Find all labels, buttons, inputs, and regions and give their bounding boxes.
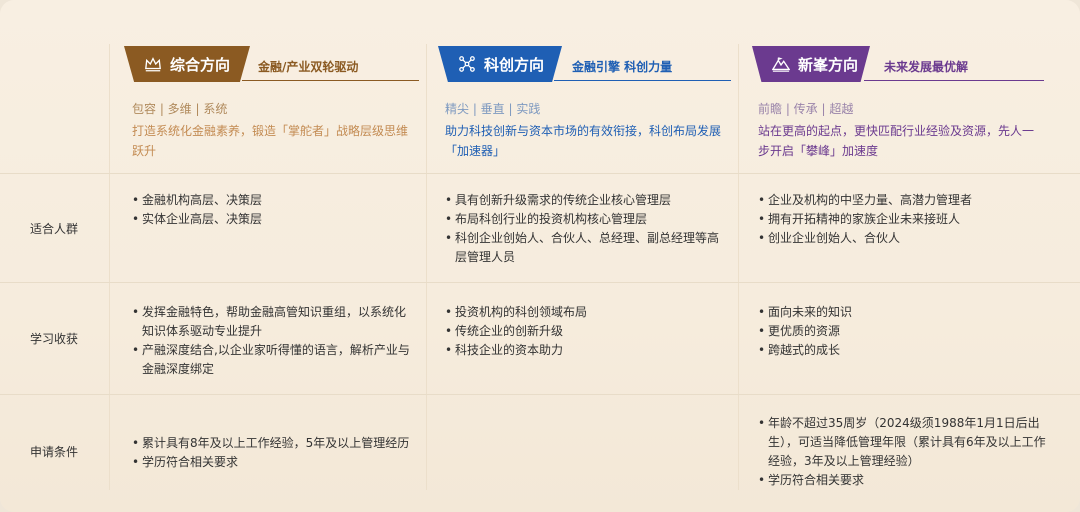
list-item: 学历符合相关要求 [758,471,1050,490]
program-comparison-panel: 综合方向 金融/产业双轮驱动 科创方向 金融引擎 科创力量 新峯方向 未来发展最… [0,0,1080,512]
header-underline [864,80,1044,81]
list-item: 拥有开拓精神的家族企业未来接班人 [758,210,1048,229]
direction-title: 新峯方向 [798,55,859,74]
column-header-comprehensive: 综合方向 金融/产业双轮驱动 [124,46,419,82]
column-divider [738,44,739,490]
header-underline [242,80,419,81]
list-item: 实体企业高层、决策层 [132,210,417,229]
row-divider [0,394,1080,395]
list-item: 年龄不超过35周岁（2024级须1988年1月1日后出生），可适当降低管理年限（… [758,414,1050,471]
column-divider [426,44,427,490]
list-item: 布局科创行业的投资机构核心管理层 [445,210,725,229]
direction-badge: 综合方向 [124,46,250,82]
table-cell: 投资机构的科创领域布局传统企业的创新升级科技企业的资本助力 [445,303,725,360]
direction-slogan: 未来发展最优解 [884,60,969,74]
column-header-tech: 科创方向 金融引擎 科创力量 [438,46,731,82]
table-cell: 面向未来的知识更优质的资源跨越式的成长 [758,303,1048,360]
table-cell: 金融机构高层、决策层实体企业高层、决策层 [132,191,417,229]
row-label-outcomes: 学习收获 [29,332,78,346]
direction-description: 助力科技创新与资本市场的有效衔接，科创布局发展「加速器」 [445,124,722,158]
crown-icon [144,55,162,73]
list-item: 投资机构的科创领域布局 [445,303,725,322]
list-item: 面向未来的知识 [758,303,1048,322]
row-label-audience: 适合人群 [29,221,78,236]
table-cell: 发挥金融特色，帮助金融高管知识重组，以系统化知识体系驱动专业提升产融深度结合,以… [132,303,417,379]
row-divider [0,173,1080,174]
direction-tags: 前瞻 | 传承 | 超越 [758,102,854,116]
row-label-requirements: 申请条件 [29,444,78,459]
table-cell: 企业及机构的中坚力量、高潜力管理者拥有开拓精神的家族企业未来接班人创业企业创始人… [758,191,1048,248]
direction-description: 打造系统化金融素养，锻造「掌舵者」战略层级思维跃升 [132,124,409,158]
list-item: 累计具有8年及以上工作经验，5年及以上管理经历 [132,434,432,453]
row-divider [0,282,1080,283]
list-item: 更优质的资源 [758,322,1048,341]
direction-slogan: 金融引擎 科创力量 [572,60,673,74]
direction-tags: 包容 | 多维 | 系统 [132,102,228,116]
direction-slogan: 金融/产业双轮驱动 [258,60,359,74]
list-item: 具有创新升级需求的传统企业核心管理层 [445,191,725,210]
list-item: 创业企业创始人、合伙人 [758,229,1048,248]
list-item: 学历符合相关要求 [132,453,432,472]
column-header-new-peak: 新峯方向 未来发展最优解 [752,46,1044,82]
table-cell: 累计具有8年及以上工作经验，5年及以上管理经历学历符合相关要求 [132,434,432,472]
table-cell: 具有创新升级需求的传统企业核心管理层布局科创行业的投资机构核心管理层科创企业创始… [445,191,725,267]
header-underline [554,80,731,81]
table-cell: 年龄不超过35周岁（2024级须1988年1月1日后出生），可适当降低管理年限（… [758,414,1050,490]
network-icon [458,55,476,73]
direction-title: 科创方向 [484,55,545,74]
list-item: 跨越式的成长 [758,341,1048,360]
direction-tags: 精尖 | 垂直 | 实践 [445,102,541,116]
list-item: 企业及机构的中坚力量、高潜力管理者 [758,191,1048,210]
mountain-icon [772,55,790,73]
column-divider [109,44,110,490]
list-item: 传统企业的创新升级 [445,322,725,341]
direction-badge: 科创方向 [438,46,562,82]
direction-title: 综合方向 [170,55,231,74]
list-item: 科技企业的资本助力 [445,341,725,360]
list-item: 发挥金融特色，帮助金融高管知识重组，以系统化知识体系驱动专业提升 [132,303,417,341]
list-item: 金融机构高层、决策层 [132,191,417,210]
direction-badge: 新峯方向 [752,46,870,82]
direction-description: 站在更高的起点，更快匹配行业经验及资源，先人一步开启「攀峰」加速度 [758,124,1035,158]
list-item: 科创企业创始人、合伙人、总经理、副总经理等高层管理人员 [445,229,725,267]
list-item: 产融深度结合,以企业家听得懂的语言，解析产业与金融深度绑定 [132,341,417,379]
